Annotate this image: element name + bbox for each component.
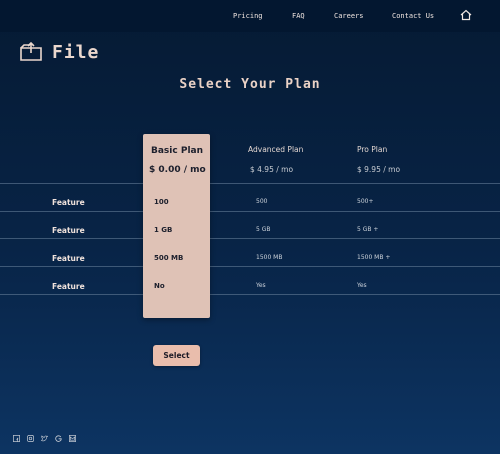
- top-navigation: Pricing FAQ Careers Contact Us: [0, 0, 500, 32]
- feature-value-pro: 5 GB +: [357, 226, 379, 233]
- plan-name-advanced: Advanced Plan: [248, 145, 304, 154]
- table-divider: [0, 266, 500, 267]
- feature-label: Feature: [52, 282, 85, 291]
- feature-label: Feature: [52, 226, 85, 235]
- feature-value-advanced: 500: [256, 198, 268, 205]
- facebook-icon[interactable]: [13, 435, 20, 442]
- feature-value-advanced: 1500 MB: [256, 254, 283, 261]
- feature-value-basic: 1 GB: [154, 226, 173, 234]
- table-divider: [0, 294, 500, 295]
- select-plan-button[interactable]: Select: [153, 345, 200, 366]
- plan-name-pro: Pro Plan: [357, 145, 388, 154]
- instagram-icon[interactable]: [27, 435, 34, 442]
- table-divider: [0, 183, 500, 184]
- folder-upload-icon: [20, 41, 42, 61]
- feature-value-basic: 100: [154, 198, 169, 206]
- feature-value-basic: No: [154, 282, 165, 290]
- table-divider: [0, 238, 500, 239]
- home-icon[interactable]: [460, 9, 472, 21]
- brand-name: File: [52, 42, 100, 63]
- table-divider: [0, 211, 500, 212]
- nav-faq[interactable]: FAQ: [292, 12, 305, 20]
- feature-label: Feature: [52, 198, 85, 207]
- twitter-icon[interactable]: [41, 435, 48, 442]
- plan-price-basic: $ 0.00 / mo: [149, 165, 206, 175]
- nav-contact-us[interactable]: Contact Us: [392, 12, 434, 20]
- feature-label: Feature: [52, 254, 85, 263]
- page-title: Select Your Plan: [179, 77, 321, 92]
- feature-value-pro: Yes: [357, 282, 367, 289]
- email-icon[interactable]: [69, 435, 76, 442]
- feature-value-pro: 1500 MB +: [357, 254, 391, 261]
- feature-value-pro: 500+: [357, 198, 374, 205]
- nav-pricing[interactable]: Pricing: [233, 12, 263, 20]
- feature-value-advanced: 5 GB: [256, 226, 271, 233]
- plan-name-basic: Basic Plan: [151, 146, 204, 156]
- google-icon[interactable]: [55, 435, 62, 442]
- plan-price-advanced: $ 4.95 / mo: [250, 165, 294, 174]
- plan-price-pro: $ 9.95 / mo: [357, 165, 401, 174]
- feature-value-basic: 500 MB: [154, 254, 184, 262]
- feature-value-advanced: Yes: [256, 282, 266, 289]
- nav-careers[interactable]: Careers: [334, 12, 364, 20]
